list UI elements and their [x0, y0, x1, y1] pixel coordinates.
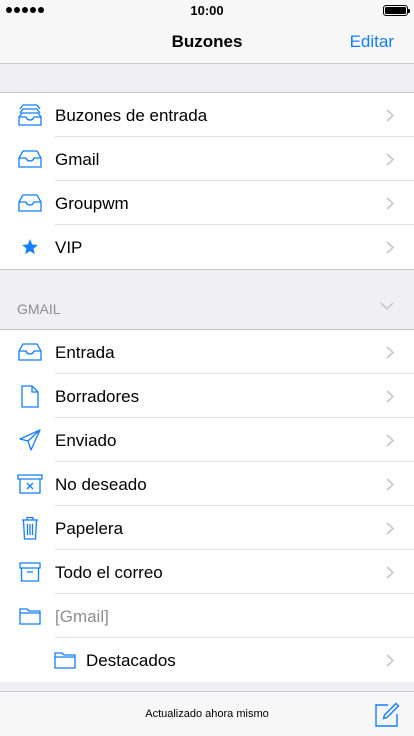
chevron-right-icon	[386, 109, 394, 122]
folder-row-todo-el-correo[interactable]: Todo el correo	[0, 550, 414, 594]
status-time: 10:00	[190, 2, 224, 18]
section-title: GMAIL	[17, 301, 61, 317]
update-status: Actualizado ahora mismo	[145, 708, 269, 720]
inbox-icon	[17, 340, 43, 364]
folder-label: [Gmail]	[55, 607, 109, 626]
section-header-gmail[interactable]: GMAIL	[0, 292, 414, 328]
mailbox-row-vip[interactable]: VIP	[0, 225, 414, 269]
mailbox-label: VIP	[55, 238, 83, 257]
document-icon	[17, 384, 43, 408]
mailboxes-list: Buzones de entrada Gmail Groupwm VIP	[0, 92, 414, 270]
mailbox-label: Groupwm	[55, 194, 129, 213]
chevron-right-icon	[386, 241, 394, 254]
gmail-folders-list: Entrada Borradores Enviado No deseado Pa…	[0, 329, 414, 682]
folder-row-enviado[interactable]: Enviado	[0, 418, 414, 462]
paper-plane-icon	[17, 428, 43, 452]
folder-label: Borradores	[55, 387, 140, 406]
inbox-tray-icon	[17, 103, 43, 127]
mailbox-label: Buzones de entrada	[55, 106, 208, 125]
chevron-right-icon	[386, 197, 394, 210]
folder-label: Papelera	[55, 519, 124, 538]
archive-icon	[17, 560, 43, 584]
chevron-right-icon	[386, 654, 394, 667]
compose-icon[interactable]	[374, 702, 400, 728]
folder-row-destacados[interactable]: Destacados	[0, 638, 414, 682]
navigation-bar: Buzones Editar	[0, 20, 414, 64]
star-icon	[17, 235, 43, 259]
folder-row-papelera[interactable]: Papelera	[0, 506, 414, 550]
battery-icon	[383, 5, 410, 16]
signal-strength-icon	[6, 7, 44, 13]
folder-row-borradores[interactable]: Borradores	[0, 374, 414, 418]
folder-label: Enviado	[55, 431, 117, 450]
mailbox-row-groupwm[interactable]: Groupwm	[0, 181, 414, 225]
trash-icon	[17, 516, 43, 540]
status-bar: 10:00	[0, 0, 414, 20]
mailbox-label: Gmail	[55, 150, 100, 169]
chevron-right-icon	[386, 153, 394, 166]
mailbox-row-gmail[interactable]: Gmail	[0, 137, 414, 181]
chevron-right-icon	[386, 478, 394, 491]
chevron-right-icon	[386, 522, 394, 535]
edit-button[interactable]: Editar	[350, 32, 394, 52]
chevron-down-icon	[380, 302, 394, 310]
folder-label: Destacados	[86, 651, 176, 670]
folder-icon	[17, 604, 43, 628]
junk-icon	[17, 472, 43, 496]
chevron-right-icon	[386, 434, 394, 447]
chevron-right-icon	[386, 346, 394, 359]
folder-icon	[52, 648, 78, 672]
folder-label: Entrada	[55, 343, 115, 362]
folder-label: No deseado	[55, 475, 147, 494]
chevron-right-icon	[386, 566, 394, 579]
inbox-icon	[17, 191, 43, 215]
folder-label: Todo el correo	[55, 563, 163, 582]
folder-row-no-deseado[interactable]: No deseado	[0, 462, 414, 506]
folder-row-gmail-group: [Gmail]	[0, 594, 414, 638]
inbox-icon	[17, 147, 43, 171]
bottom-toolbar: Actualizado ahora mismo	[0, 691, 414, 736]
folder-row-entrada[interactable]: Entrada	[0, 330, 414, 374]
mailbox-row-all-inboxes[interactable]: Buzones de entrada	[0, 93, 414, 137]
chevron-right-icon	[386, 390, 394, 403]
